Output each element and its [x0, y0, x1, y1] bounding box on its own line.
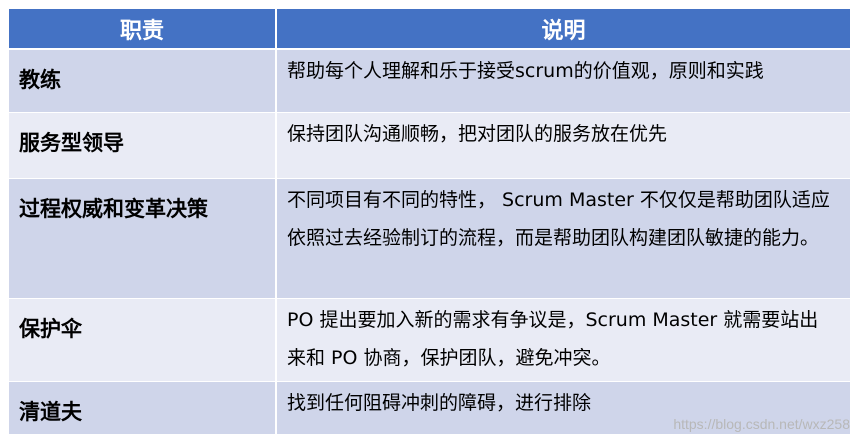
- role-cell: 教练: [9, 50, 277, 112]
- header-role: 职责: [9, 9, 277, 48]
- description-cell: 不同项目有不同的特性， Scrum Master 不仅仅是帮助团队适应依照过去经…: [287, 189, 830, 249]
- table-row: 教练 帮助每个人理解和乐于接受scrum的价值观，原则和实践: [9, 50, 850, 113]
- role-cell: 保护伞: [9, 299, 277, 381]
- table-row: 保护伞 PO 提出要加入新的需求有争议是，Scrum Master 就需要站出来…: [9, 299, 850, 382]
- table-row: 服务型领导 保持团队沟通顺畅，把对团队的服务放在优先: [9, 113, 850, 179]
- header-description: 说明: [541, 18, 586, 44]
- description-cell: 帮助每个人理解和乐于接受scrum的价值观，原则和实践: [287, 60, 764, 82]
- description-cell: 保持团队沟通顺畅，把对团队的服务放在优先: [287, 123, 668, 145]
- table-header-row: 职责 说明: [9, 9, 850, 50]
- role-cell: 过程权威和变革决策: [9, 179, 277, 298]
- table-row: 过程权威和变革决策 不同项目有不同的特性， Scrum Master 不仅仅是帮…: [9, 179, 850, 299]
- watermark: https://blog.csdn.net/wxz258: [673, 416, 850, 432]
- role-cell: 清道夫: [9, 382, 277, 434]
- role-cell: 服务型领导: [9, 113, 277, 178]
- description-cell: PO 提出要加入新的需求有争议是，Scrum Master 就需要站出来和 PO…: [287, 309, 819, 369]
- responsibilities-table: 职责 说明 教练 帮助每个人理解和乐于接受scrum的价值观，原则和实践 服务型…: [9, 9, 850, 434]
